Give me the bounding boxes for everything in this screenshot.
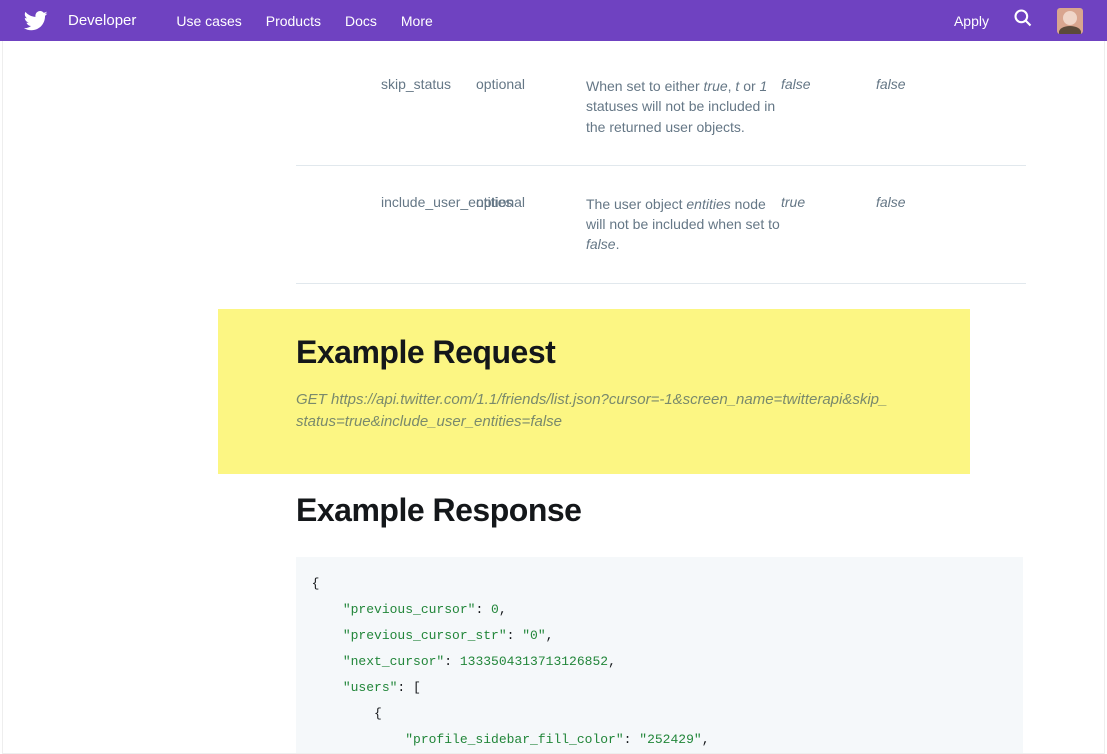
content: skip_statusoptionalWhen set to either tr… [2, 41, 1105, 754]
search-icon[interactable] [1013, 8, 1033, 33]
code-line: "previous_cursor": 0, [296, 597, 1023, 623]
navbar: Developer Use cases Products Docs More A… [0, 0, 1107, 41]
example-request-heading: Example Request [296, 334, 892, 371]
code-line: { [296, 571, 1023, 597]
twitter-logo-icon[interactable] [24, 11, 48, 31]
code-line: { [296, 701, 1023, 727]
param-required: optional [476, 76, 586, 92]
nav-more[interactable]: More [401, 13, 433, 29]
param-row: skip_statusoptionalWhen set to either tr… [296, 41, 1026, 166]
nav-links: Use cases Products Docs More [176, 13, 432, 29]
param-description: When set to either true, t or 1 statuses… [586, 76, 781, 137]
example-request-section: Example Request GET https://api.twitter.… [218, 309, 970, 474]
nav-docs[interactable]: Docs [345, 13, 377, 29]
avatar[interactable] [1057, 8, 1083, 34]
code-line: "profile_sidebar_fill_color": "252429", [296, 727, 1023, 753]
example-response-code: { "previous_cursor": 0, "previous_cursor… [296, 557, 1023, 753]
param-name: include_user_entities [296, 194, 476, 210]
param-default: false [781, 76, 876, 92]
param-name: skip_status [296, 76, 476, 92]
nav-usecases[interactable]: Use cases [176, 13, 241, 29]
params-table: skip_statusoptionalWhen set to either tr… [296, 41, 1026, 284]
example-response-heading: Example Response [296, 492, 1104, 529]
param-example: false [876, 194, 946, 210]
code-line: "next_cursor": 1333504313713126852, [296, 649, 1023, 675]
code-line: "users": [ [296, 675, 1023, 701]
param-required: optional [476, 194, 586, 210]
param-default: true [781, 194, 876, 210]
example-request-url: GET https://api.twitter.com/1.1/friends/… [296, 389, 892, 434]
apply-link[interactable]: Apply [954, 13, 989, 29]
brand-label[interactable]: Developer [68, 12, 136, 29]
code-line: "previous_cursor_str": "0", [296, 623, 1023, 649]
param-example: false [876, 76, 946, 92]
nav-products[interactable]: Products [266, 13, 321, 29]
param-row: include_user_entitiesoptionalThe user ob… [296, 166, 1026, 284]
param-description: The user object entities node will not b… [586, 194, 781, 255]
